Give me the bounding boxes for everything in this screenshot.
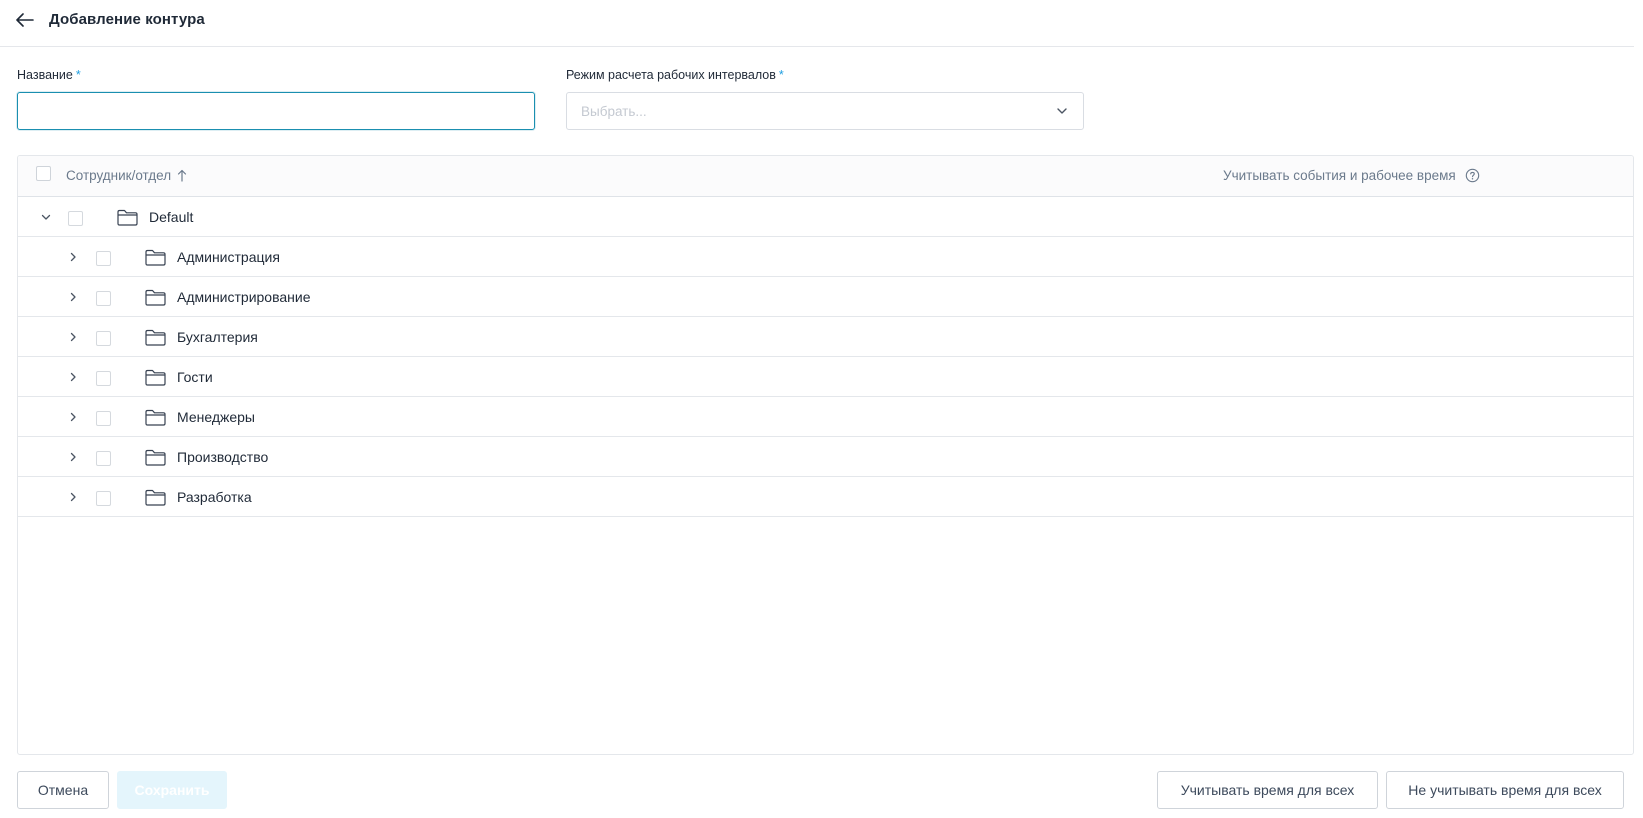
column-employee-label: Сотрудник/отдел (66, 168, 172, 183)
folder-icon (145, 449, 166, 466)
tree-row-default[interactable]: Default (18, 197, 1633, 237)
back-button[interactable] (14, 9, 36, 31)
page: Добавление контура Название * Режим расче… (0, 0, 1643, 818)
row-label: Администрирование (177, 289, 311, 305)
tree-row-managers[interactable]: Менеджеры (18, 397, 1633, 437)
expand-toggle[interactable] (66, 450, 80, 464)
mode-select-placeholder: Выбрать... (581, 103, 647, 119)
row-label: Администрация (177, 249, 280, 265)
column-track-label: Учитывать события и рабочее время (1223, 168, 1456, 183)
arrow-left-icon (16, 13, 34, 27)
expand-toggle[interactable] (66, 410, 80, 424)
employee-tree-table: Сотрудник/отдел Учитывать события и рабо… (17, 155, 1634, 755)
row-checkbox[interactable] (96, 411, 111, 426)
select-all-checkbox[interactable] (36, 166, 51, 181)
track-time-for-all-button[interactable]: Учитывать время для всех (1157, 771, 1378, 809)
row-label: Менеджеры (177, 409, 255, 425)
name-label-text: Название (17, 68, 73, 82)
expand-toggle[interactable] (66, 490, 80, 504)
row-checkbox[interactable] (68, 211, 83, 226)
row-label: Гости (177, 369, 213, 385)
mode-field-label: Режим расчета рабочих интервалов * (566, 68, 784, 82)
row-checkbox[interactable] (96, 371, 111, 386)
row-label: Производство (177, 449, 269, 465)
chevron-down-icon (1057, 108, 1067, 114)
mode-label-text: Режим расчета рабочих интервалов (566, 68, 776, 82)
tree-row-production[interactable]: Производство (18, 437, 1633, 477)
name-field-label: Название * (17, 68, 81, 82)
chevron-right-icon (70, 332, 76, 342)
work-interval-mode-select[interactable]: Выбрать... (566, 92, 1084, 130)
chevron-right-icon (70, 452, 76, 462)
folder-icon (145, 409, 166, 426)
sort-ascending-icon[interactable] (177, 169, 187, 182)
folder-icon (145, 249, 166, 266)
save-button[interactable]: Сохранить (117, 771, 227, 809)
chevron-right-icon (70, 252, 76, 262)
row-checkbox[interactable] (96, 451, 111, 466)
tree-row-development[interactable]: Разработка (18, 477, 1633, 517)
tree-row-administering[interactable]: Администрирование (18, 277, 1633, 317)
tree-row-accounting[interactable]: Бухгалтерия (18, 317, 1633, 357)
cancel-button[interactable]: Отмена (17, 771, 109, 809)
folder-icon (145, 329, 166, 346)
untrack-time-for-all-button[interactable]: Не учитывать время для всех (1386, 771, 1624, 809)
tree-row-guests[interactable]: Гости (18, 357, 1633, 397)
folder-icon (145, 489, 166, 506)
table-header: Сотрудник/отдел Учитывать события и рабо… (18, 156, 1633, 197)
name-input[interactable] (17, 92, 535, 130)
chevron-down-icon (41, 214, 51, 220)
row-label: Разработка (177, 489, 252, 505)
expand-toggle[interactable] (66, 290, 80, 304)
row-label: Default (149, 209, 194, 225)
tree-row-administration[interactable]: Администрация (18, 237, 1633, 277)
page-title: Добавление контура (49, 11, 205, 28)
question-circle-icon[interactable] (1465, 168, 1480, 183)
chevron-right-icon (70, 292, 76, 302)
row-checkbox[interactable] (96, 491, 111, 506)
expand-toggle[interactable] (66, 330, 80, 344)
expand-toggle[interactable] (66, 370, 80, 384)
chevron-right-icon (70, 492, 76, 502)
expand-toggle[interactable] (66, 250, 80, 264)
row-checkbox[interactable] (96, 251, 111, 266)
column-employee-header[interactable]: Сотрудник/отдел (66, 168, 187, 183)
folder-icon (117, 209, 138, 226)
chevron-right-icon (70, 412, 76, 422)
folder-icon (145, 289, 166, 306)
chevron-right-icon (70, 372, 76, 382)
row-label: Бухгалтерия (177, 329, 258, 345)
column-track-header: Учитывать события и рабочее время (1223, 168, 1480, 183)
required-mark: * (778, 68, 784, 82)
folder-icon (145, 369, 166, 386)
row-checkbox[interactable] (96, 291, 111, 306)
collapse-toggle[interactable] (39, 210, 53, 224)
required-mark: * (75, 68, 81, 82)
page-header: Добавление контура (0, 0, 1634, 47)
row-checkbox[interactable] (96, 331, 111, 346)
